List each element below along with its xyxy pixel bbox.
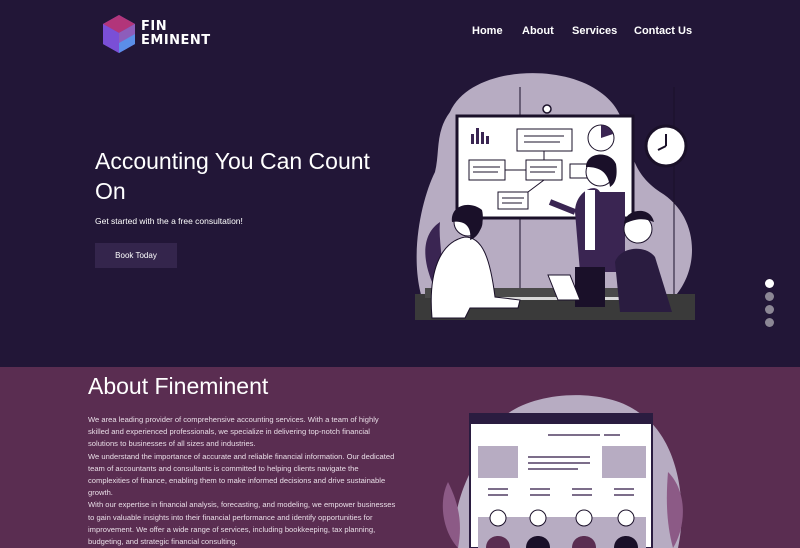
about-paragraph-2: We understand the importance of accurate… [88, 451, 395, 498]
slider-dot-1[interactable] [765, 279, 774, 288]
brand-logo[interactable]: FIN EMINENT [101, 14, 211, 54]
about-title: About Fineminent [88, 373, 269, 399]
about-paragraph-1: We area leading provider of comprehensiv… [88, 415, 379, 449]
slider-dot-2[interactable] [765, 292, 774, 301]
hero-subtitle: Get started with the a free consultation… [95, 216, 243, 226]
about-body: We area leading provider of comprehensiv… [88, 414, 398, 548]
nav-services-link[interactable]: Services [572, 25, 622, 37]
slider-dot-4[interactable] [765, 318, 774, 327]
hexagon-cube-logo-icon [103, 15, 135, 53]
hero-title: Accounting You Can Count On [95, 148, 370, 204]
brand-line-1: FIN [141, 19, 168, 34]
about-paragraph-3: With our expertise in financial analysis… [88, 500, 396, 547]
book-today-button[interactable]: Book Today [95, 243, 177, 268]
brand-wordmark: FIN EMINENT [141, 20, 211, 48]
hero-illustration [415, 73, 695, 320]
nav-home-link[interactable]: Home [472, 25, 512, 37]
slider-dot-3[interactable] [765, 305, 774, 314]
top-navigation: FIN EMINENT Home About Services Contact … [0, 0, 800, 70]
brand-line-2: EMINENT [141, 33, 211, 48]
nav-about-link[interactable]: About [522, 25, 562, 37]
about-illustration [442, 395, 683, 548]
slider-dots [765, 279, 775, 331]
nav-contact-link[interactable]: Contact Us [634, 25, 704, 37]
